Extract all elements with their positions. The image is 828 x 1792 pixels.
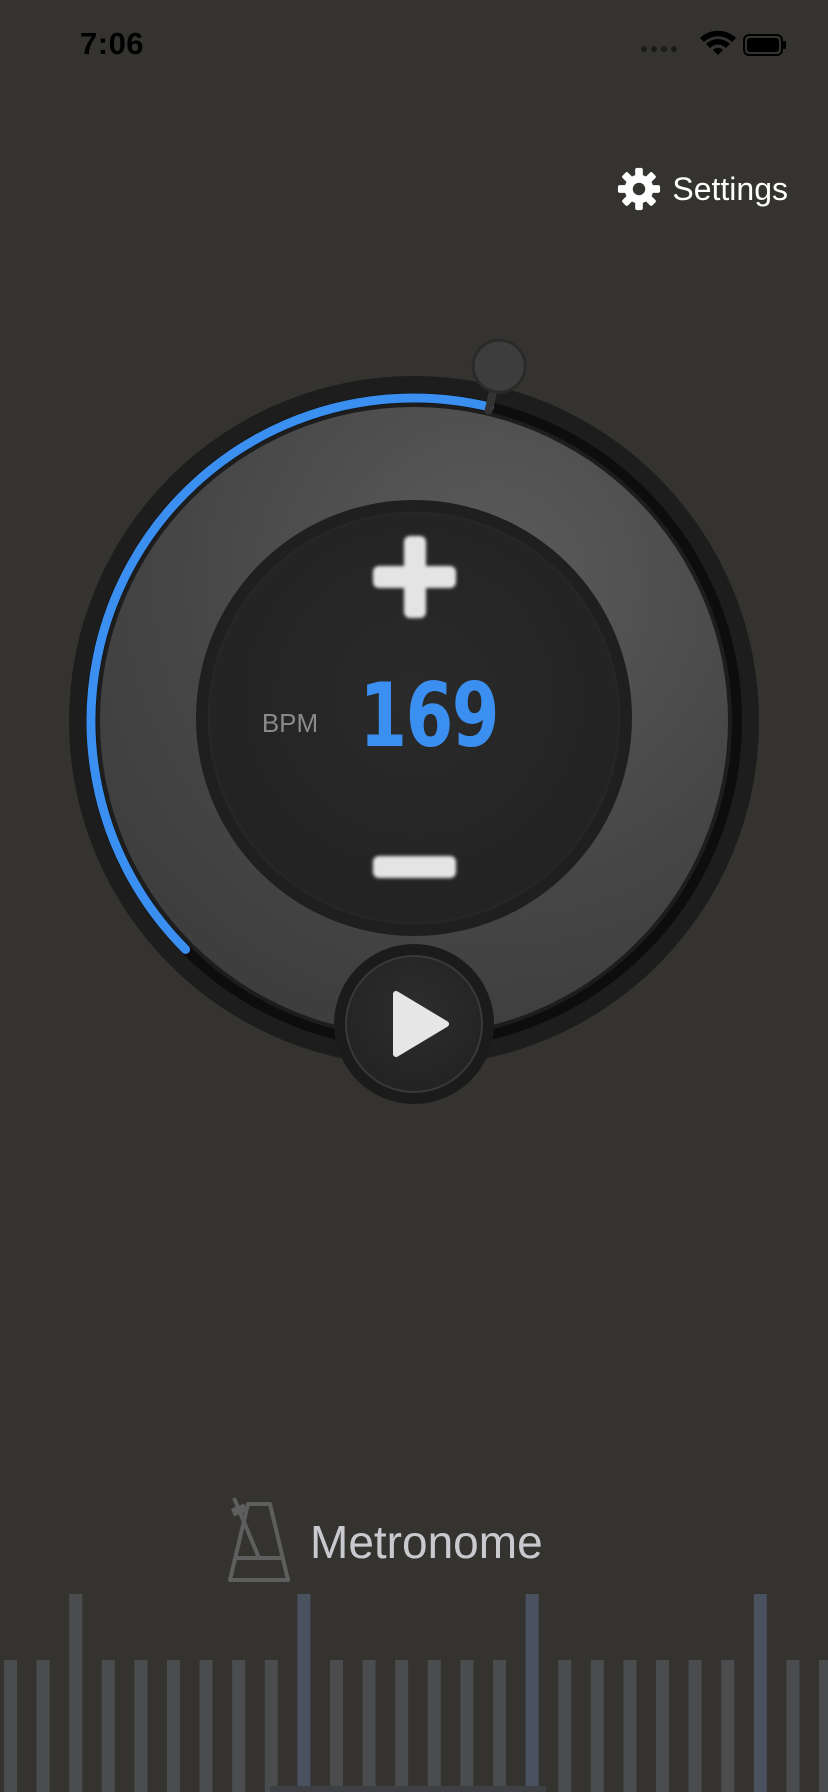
beat-bar <box>590 1660 604 1792</box>
metronome-icon <box>228 1497 290 1582</box>
app-title: Metronome <box>310 1516 543 1568</box>
beat-bar <box>264 1660 278 1792</box>
beat-bar <box>101 1660 115 1792</box>
beat-bar <box>134 1660 148 1792</box>
beat-bar-baseline <box>270 1786 546 1792</box>
metronome-screen: 7:06 Settings BPM 169 Metronome <box>0 0 828 1792</box>
beat-bar <box>786 1660 800 1792</box>
beat-bar <box>493 1660 506 1792</box>
beat-bar <box>753 1594 767 1792</box>
beat-bar <box>167 1660 180 1792</box>
beat-bar <box>362 1660 376 1792</box>
beat-bar <box>232 1660 246 1792</box>
increment-button[interactable] <box>366 528 462 624</box>
beat-bar <box>297 1594 311 1792</box>
beat-bar <box>656 1660 669 1792</box>
beat-bar <box>525 1594 539 1792</box>
play-button[interactable] <box>334 944 494 1104</box>
beat-bar <box>330 1660 343 1792</box>
dial-knob[interactable] <box>471 338 527 394</box>
beat-bar <box>36 1660 50 1792</box>
beat-bar <box>623 1660 637 1792</box>
beat-bar <box>4 1660 17 1792</box>
bpm-label: BPM <box>261 708 319 738</box>
beat-bar <box>558 1660 572 1792</box>
beat-bar <box>199 1660 213 1792</box>
beat-bar <box>395 1660 409 1792</box>
bpm-value: 169 <box>359 664 499 767</box>
decrement-button[interactable] <box>366 828 462 908</box>
beat-bar <box>460 1660 474 1792</box>
beat-bar <box>69 1594 83 1792</box>
beat-bar <box>688 1660 702 1792</box>
beat-bar <box>721 1660 735 1792</box>
beat-bar <box>427 1660 441 1792</box>
beat-bars-decoration <box>4 1594 828 1792</box>
beat-bar <box>819 1660 828 1792</box>
tempo-dial[interactable]: BPM 169 <box>0 0 828 1150</box>
